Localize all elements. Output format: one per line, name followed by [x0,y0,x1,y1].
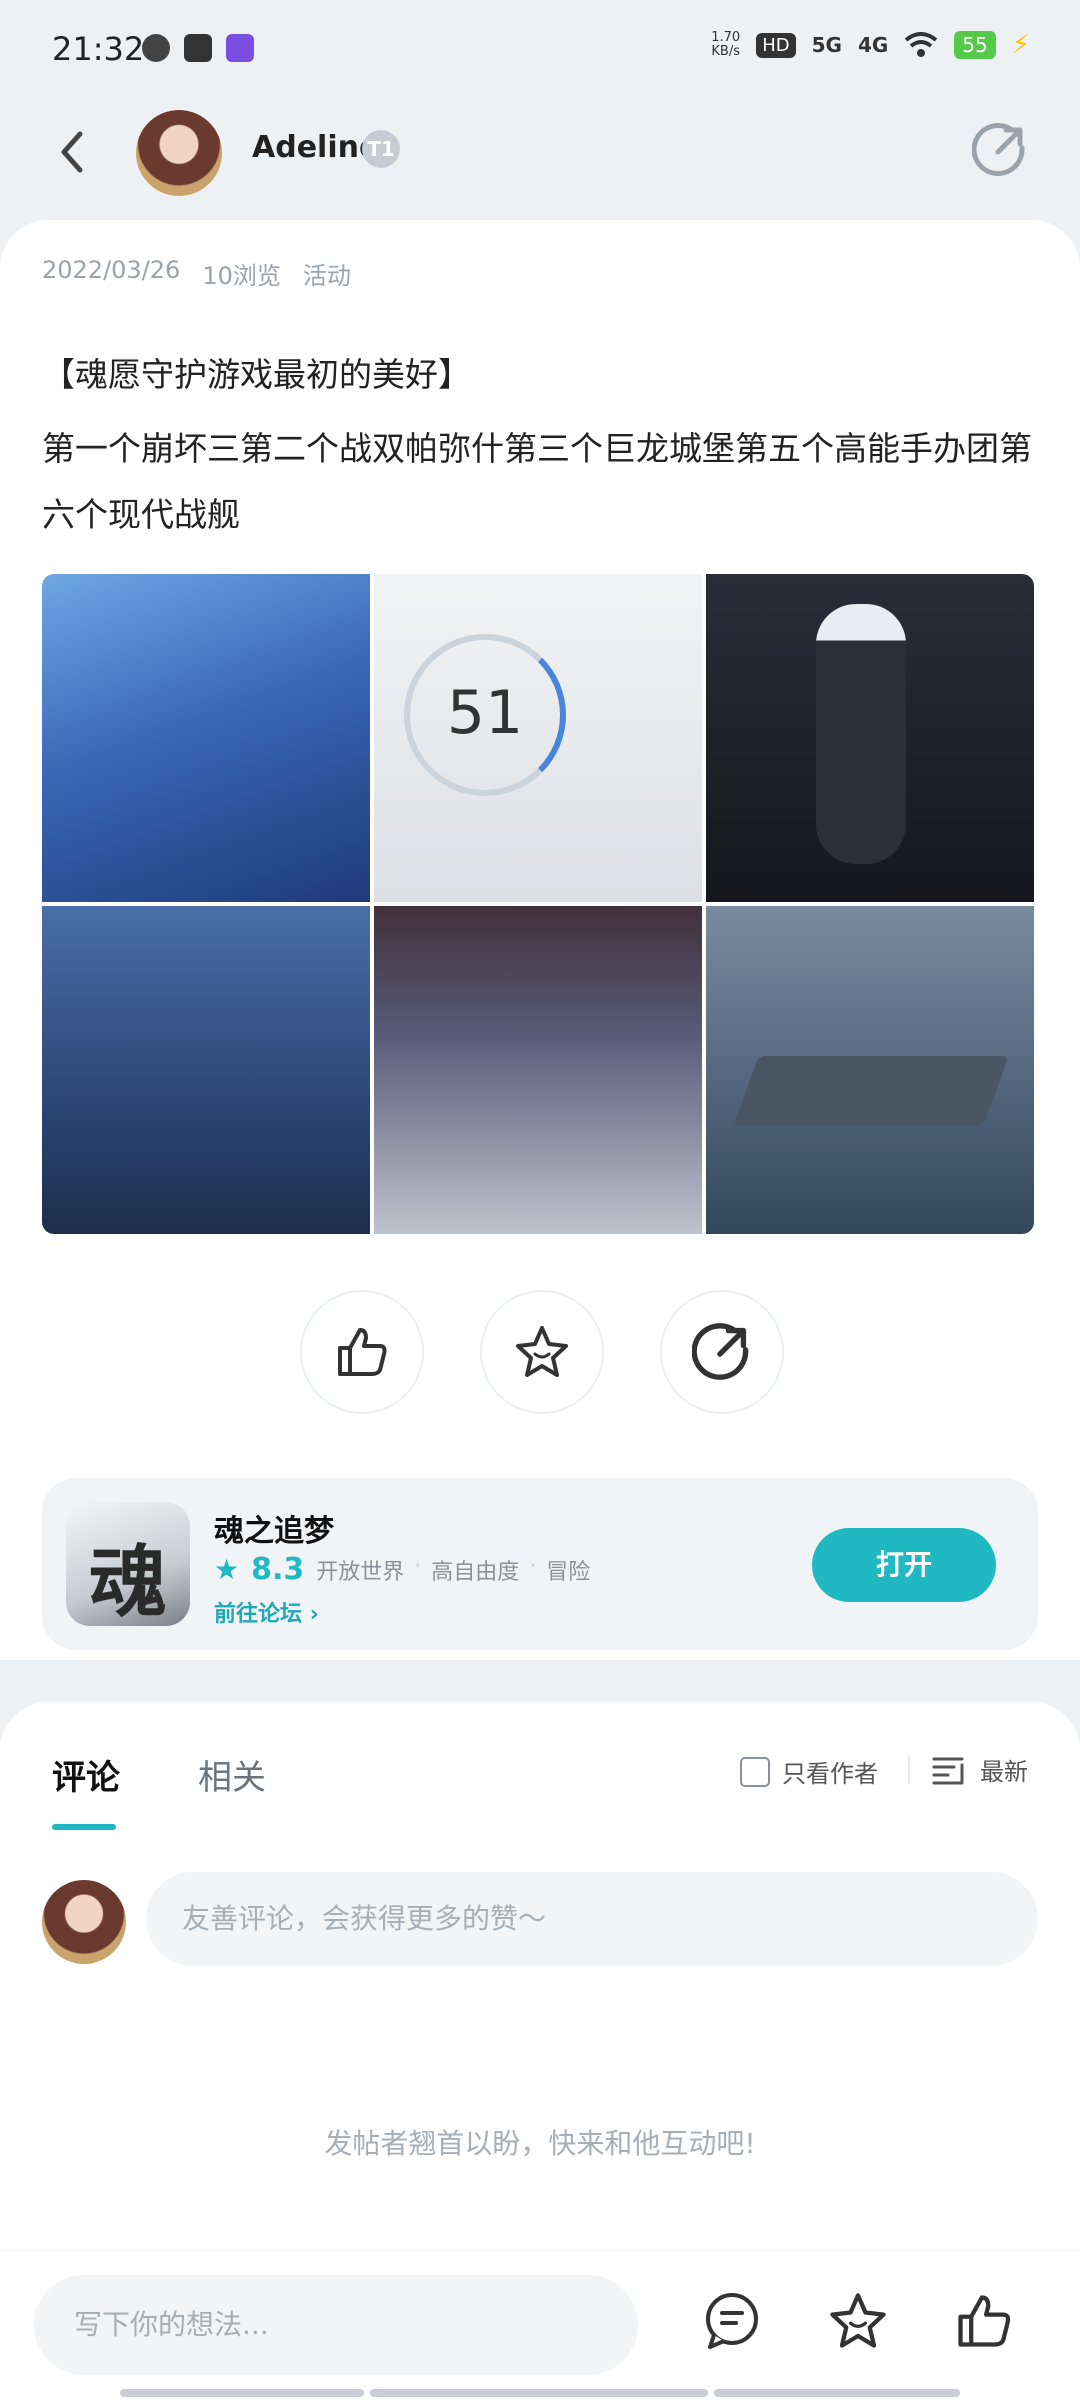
comment-input[interactable]: 友善评论，会获得更多的赞～ [146,1872,1038,1966]
status-bar: 21:32 1.70 KB/s HD 5G 4G 55 ⚡ [0,0,1080,100]
post-image-2[interactable]: 51 [374,574,702,902]
star-icon[interactable] [826,2289,890,2353]
signal-5g-icon: 5G [811,33,842,57]
post-image-1[interactable] [42,574,370,902]
thumbs-up-icon[interactable] [952,2289,1016,2353]
tag-separator: · [529,1553,537,1579]
wechat-icon [142,34,170,62]
game-name[interactable]: 魂之追梦 [214,1506,334,1550]
post-image-5[interactable] [374,906,702,1234]
post-image-grid: 51 [42,574,1038,1234]
forum-link[interactable]: 前往论坛 › [214,1596,319,1628]
game-tag: 开放世界 [316,1559,405,1585]
author-name[interactable]: Adeline [252,130,379,165]
post-card: 2022/03/26 10浏览 活动 【魂愿守护游戏最初的美好】 第一个崩坏三第… [0,220,1080,1660]
game-rating: 8.3 [251,1552,305,1587]
game-card[interactable]: 魂 魂之追梦 ★ 8.3 开放世界 · 高自由度 · 冒险 前往论坛 › 打开 [42,1478,1038,1650]
network-speed: 1.70 KB/s [711,31,740,59]
character-figure [816,604,906,864]
comments-section: 评论 相关 只看作者 最新 友善评论，会获得更多的赞～ 发帖者翘首以盼，快来和他… [0,1702,1080,2250]
empty-comments-note: 发帖者翘首以盼，快来和他互动吧! [324,2127,756,2160]
bottom-bar: 写下你的想法... [0,2250,1080,2401]
post-actions [0,1290,1080,1414]
like-button[interactable] [300,1290,424,1414]
gauge-ring: 51 [404,634,566,796]
post-views: 10浏览 [202,262,281,290]
author-avatar[interactable] [136,110,222,196]
game-rating-row: ★ 8.3 开放世界 · 高自由度 · 冒险 [214,1552,590,1587]
divider [908,1756,910,1784]
signal-4g-icon: 4G [857,33,889,57]
tab-active-indicator [52,1824,116,1830]
game-icon-glyph: 魂 [88,1538,167,1626]
post-meta: 2022/03/26 10浏览 活动 [42,256,351,291]
post-category[interactable]: 活动 [303,256,351,291]
app-notification-icon [226,34,254,62]
author-level-badge: T1 [362,130,400,168]
sort-icon [932,1757,964,1784]
post-header: Adeline T1 [0,100,1080,220]
thumbs-up-icon [338,1328,387,1376]
store-icon [184,34,212,62]
game-icon[interactable]: 魂 [66,1502,190,1626]
battery-icon: 55 [954,31,996,59]
share-icon [692,1323,749,1380]
tab-related[interactable]: 相关 [198,1750,266,1799]
warship-shape [733,1056,1009,1126]
game-tag: 高自由度 [431,1559,520,1585]
post-title: 【魂愿守护游戏最初的美好】 [42,355,471,394]
charging-icon: ⚡ [1011,30,1030,60]
thought-input[interactable]: 写下你的想法... [34,2275,638,2375]
share-button[interactable] [660,1290,784,1414]
nav-indicator [370,2389,708,2397]
only-author-toggle[interactable]: 只看作者 [740,1754,878,1789]
tag-separator: · [414,1553,422,1579]
checkbox-icon[interactable] [740,1756,770,1787]
status-notification-icons [142,34,254,62]
nav-indicator [120,2389,364,2397]
post-date: 2022/03/26 [42,256,181,284]
network-speed-unit: KB/s [711,44,741,59]
game-tags: 开放世界 · 高自由度 · 冒险 [316,1554,590,1586]
game-tag: 冒险 [546,1559,591,1585]
comment-icon[interactable] [700,2289,764,2353]
sort-label: 最新 [980,1758,1028,1786]
favorite-button[interactable] [480,1290,604,1414]
tab-comments[interactable]: 评论 [52,1750,120,1799]
user-avatar [42,1880,126,1964]
post-body: 第一个崩坏三第二个战双帕弥什第三个巨龙城堡第五个高能手办团第六个现代战舰 [42,429,1032,534]
status-time: 21:32 [52,30,145,68]
chevron-right-icon: › [309,1602,319,1627]
post-image-6[interactable] [706,906,1034,1234]
status-right: 1.70 KB/s HD 5G 4G 55 ⚡ [711,30,1030,60]
wifi-icon [905,32,938,57]
share-icon[interactable] [972,122,1028,178]
gauge-value: 51 [446,678,524,748]
sort-button[interactable]: 最新 [932,1752,1028,1787]
star-icon [516,1326,568,1377]
nav-indicator [714,2389,960,2397]
forum-link-label: 前往论坛 [214,1602,303,1627]
back-arrow-icon[interactable] [50,122,94,182]
rating-star-icon: ★ [214,1553,240,1586]
only-author-label: 只看作者 [782,1760,878,1788]
post-image-3[interactable] [706,574,1034,902]
network-speed-value: 1.70 [711,30,741,45]
post-image-4[interactable] [42,906,370,1234]
hd-icon: HD [756,32,796,58]
open-game-button[interactable]: 打开 [812,1528,996,1602]
